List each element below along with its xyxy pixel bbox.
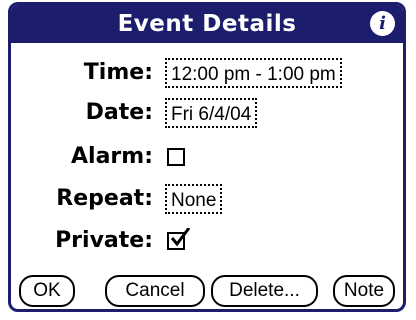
title-bar: Event Details i xyxy=(11,5,403,43)
alarm-checkbox[interactable] xyxy=(167,148,185,166)
private-row: Private: xyxy=(11,223,403,259)
repeat-selector[interactable]: None xyxy=(165,184,223,214)
time-label: Time: xyxy=(83,60,153,85)
event-details-dialog: Event Details i Time: 12:00 pm - 1:00 pm… xyxy=(8,2,406,312)
time-row: Time: 12:00 pm - 1:00 pm xyxy=(11,55,403,91)
repeat-label: Repeat: xyxy=(56,186,153,211)
private-checkbox[interactable] xyxy=(167,228,191,250)
info-icon[interactable]: i xyxy=(370,11,395,36)
cancel-button[interactable]: Cancel xyxy=(105,275,205,307)
alarm-row: Alarm: xyxy=(11,139,403,175)
note-button[interactable]: Note xyxy=(333,275,395,307)
delete-button[interactable]: Delete... xyxy=(211,275,318,307)
ok-button[interactable]: OK xyxy=(19,275,75,307)
private-label: Private: xyxy=(55,228,153,253)
date-label: Date: xyxy=(85,100,153,125)
alarm-label: Alarm: xyxy=(71,144,153,169)
checkmark-icon xyxy=(170,228,191,247)
date-selector[interactable]: Fri 6/4/04 xyxy=(165,98,258,128)
date-row: Date: Fri 6/4/04 xyxy=(11,95,403,131)
time-selector[interactable]: 12:00 pm - 1:00 pm xyxy=(165,58,342,88)
repeat-row: Repeat: None xyxy=(11,181,403,217)
dialog-title: Event Details xyxy=(117,11,297,37)
